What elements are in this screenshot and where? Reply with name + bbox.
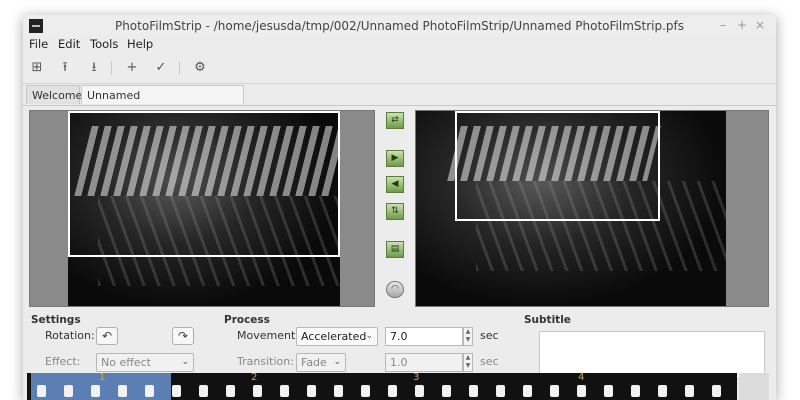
transition-value: Fade: [301, 356, 327, 369]
window-title: PhotoFilmStrip - /home/jesusda/tmp/002/U…: [114, 19, 685, 33]
sprocket-hole: [226, 385, 235, 397]
properties-icon[interactable]: ⚙: [191, 59, 209, 77]
chevron-down-icon: ⌄: [181, 357, 189, 367]
rotation-label: Rotation:: [45, 329, 95, 342]
duration-unit: sec: [480, 329, 499, 342]
copy-rect-left-icon[interactable]: ◀: [386, 176, 404, 193]
sprocket-hole: [523, 385, 532, 397]
toolbar-separator: [111, 61, 112, 75]
sprocket-hole: [469, 385, 478, 397]
chevron-down-icon: ⌄: [333, 357, 341, 367]
duration-input[interactable]: 7.0: [385, 327, 463, 346]
sprocket-hole: [604, 385, 613, 397]
close-window-icon[interactable]: ×: [755, 18, 765, 32]
menu-bar: File Edit Tools Help: [23, 37, 776, 53]
sprocket-hole: [91, 385, 100, 397]
transition-duration-value: 1.0: [390, 356, 408, 369]
filmstrip-scrollbar[interactable]: [739, 373, 769, 400]
project-editor: ⇄ ▶ ◀ ⇅ ▤ ◠ Settings Rotation: ↶ ↷ Effec…: [23, 105, 776, 400]
add-pictures-icon[interactable]: +: [123, 59, 141, 77]
lock-icon[interactable]: ◠: [386, 281, 404, 298]
transition-label: Transition:: [237, 355, 294, 368]
sprocket-hole: [307, 385, 316, 397]
tab-bar: Welcome Unnamed PhotoFilmStrip.pfs ×: [23, 83, 776, 121]
duration-stepper[interactable]: ▲ ▼: [463, 327, 473, 346]
sprocket-hole: [577, 385, 586, 397]
sprocket-hole: [415, 385, 424, 397]
sprocket-hole: [658, 385, 667, 397]
sprocket-hole: [496, 385, 505, 397]
transition-select[interactable]: Fade ⌄: [296, 353, 346, 372]
sprocket-hole: [550, 385, 559, 397]
app-window: PhotoFilmStrip - /home/jesusda/tmp/002/U…: [23, 15, 776, 400]
subtitle-input[interactable]: [539, 331, 765, 379]
duration-value: 7.0: [390, 330, 408, 343]
sprocket-hole: [253, 385, 262, 397]
sprocket-hole: [685, 385, 694, 397]
subtitle-heading: Subtitle: [524, 314, 571, 326]
filmstrip[interactable]: 1 2 3 4: [27, 372, 737, 400]
tab-project[interactable]: Unnamed PhotoFilmStrip.pfs ×: [81, 85, 244, 121]
sprocket-hole: [145, 385, 154, 397]
settings-heading: Settings: [31, 314, 81, 326]
sprocket-hole: [64, 385, 73, 397]
minimize-icon[interactable]: –: [720, 18, 726, 32]
export-icon[interactable]: ⭳: [85, 59, 103, 77]
transition-unit: sec: [480, 355, 499, 368]
rect-tools: ⇄ ▶ ◀ ⇅ ▤ ◠: [379, 110, 411, 305]
sprocket-hole: [172, 385, 181, 397]
effect-value: No effect: [101, 356, 151, 369]
end-image-preview[interactable]: [415, 110, 769, 307]
frame-number: 2: [251, 372, 258, 383]
chevron-down-icon: ⌄: [365, 331, 373, 341]
render-check-icon[interactable]: ✓: [152, 59, 170, 77]
menu-edit[interactable]: Edit: [58, 37, 80, 51]
menu-tools[interactable]: Tools: [90, 37, 118, 51]
sprocket-hole: [631, 385, 640, 397]
copy-rect-right-icon[interactable]: ▶: [386, 150, 404, 167]
frame-number: 3: [413, 372, 420, 383]
movement-select[interactable]: Accelerated ⌄: [296, 327, 378, 346]
toolbar: ⊞ ⭱ ⭳ + ✓ ⚙: [23, 53, 776, 84]
swap-icon[interactable]: ⇅: [386, 203, 404, 220]
random-rect-icon[interactable]: ▤: [386, 241, 404, 258]
maximize-icon[interactable]: +: [737, 18, 747, 32]
transition-duration-input[interactable]: 1.0: [385, 353, 463, 372]
import-icon[interactable]: ⭱: [56, 59, 74, 77]
movement-label: Movement:: [237, 329, 299, 342]
end-rect[interactable]: [455, 111, 660, 221]
sprocket-hole: [280, 385, 289, 397]
sprocket-hole: [118, 385, 127, 397]
movement-value: Accelerated: [301, 330, 367, 343]
tab-welcome[interactable]: Welcome: [26, 85, 83, 104]
frame-number: 4: [578, 372, 585, 383]
sprocket-hole: [361, 385, 370, 397]
effect-label: Effect:: [45, 355, 81, 368]
menu-help[interactable]: Help: [127, 37, 153, 51]
sprocket-hole: [334, 385, 343, 397]
sprocket-hole: [199, 385, 208, 397]
new-project-icon[interactable]: ⊞: [28, 59, 46, 77]
sprocket-hole: [442, 385, 451, 397]
process-heading: Process: [224, 314, 270, 326]
settings-panel: Settings Rotation: ↶ ↷ Effect: No effect…: [23, 311, 776, 379]
sprocket-hole: [712, 385, 721, 397]
title-bar: PhotoFilmStrip - /home/jesusda/tmp/002/U…: [23, 15, 776, 37]
menu-file[interactable]: File: [29, 37, 48, 51]
sprocket-hole: [388, 385, 397, 397]
effect-select[interactable]: No effect ⌄: [96, 353, 194, 372]
rotate-left-icon[interactable]: ↶: [96, 327, 118, 345]
tab-welcome-label: Welcome: [32, 89, 83, 102]
swap-rects-icon[interactable]: ⇄: [386, 112, 404, 129]
frame-number: 1: [99, 372, 106, 383]
rotate-right-icon[interactable]: ↷: [172, 327, 194, 345]
start-rect[interactable]: [68, 111, 340, 257]
transition-duration-stepper[interactable]: ▲ ▼: [463, 353, 473, 372]
start-image-preview[interactable]: [29, 110, 375, 307]
sprocket-hole: [37, 385, 46, 397]
toolbar-separator: [179, 61, 180, 75]
